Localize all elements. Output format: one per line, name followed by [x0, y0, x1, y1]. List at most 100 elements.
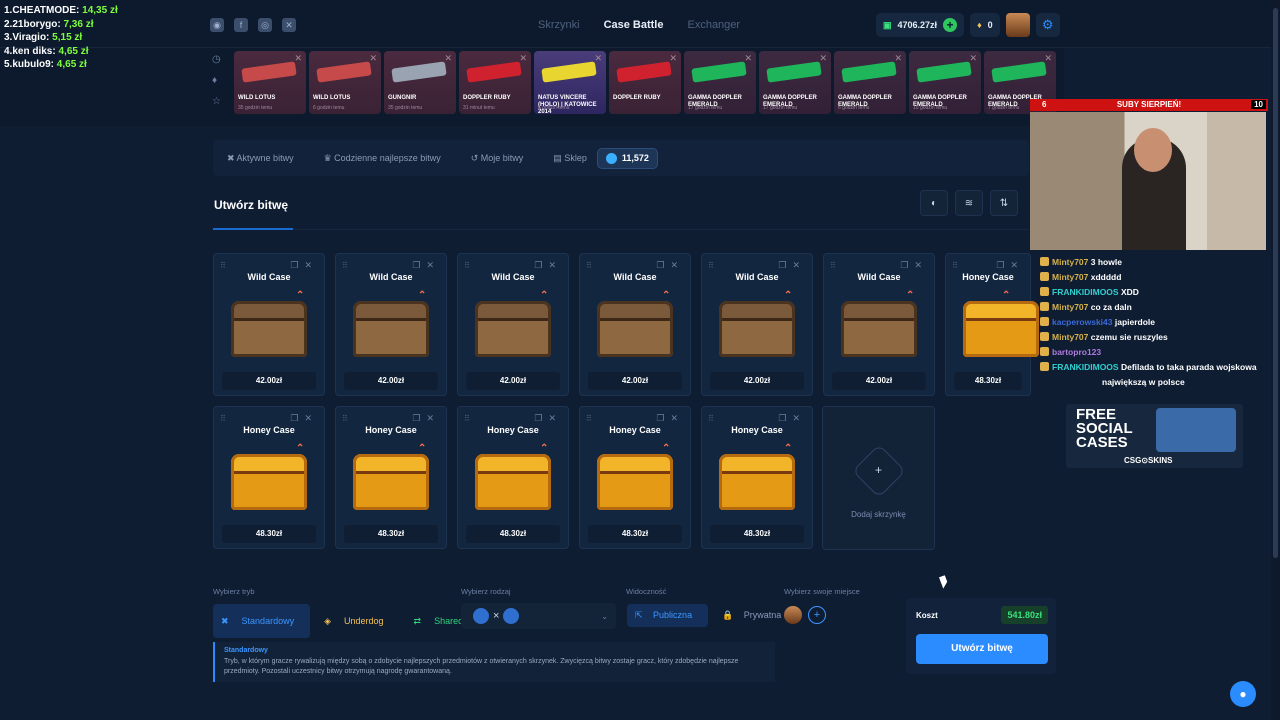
- close-icon[interactable]: ✕: [519, 53, 527, 64]
- copy-icon[interactable]: ❐: [656, 413, 670, 423]
- seat-avatar[interactable]: [784, 606, 802, 624]
- close-icon[interactable]: ✕: [444, 53, 452, 64]
- tab-shop[interactable]: ▤ Sklep: [553, 153, 587, 164]
- facebook-icon[interactable]: f: [234, 18, 248, 32]
- close-icon[interactable]: ✕: [894, 53, 902, 64]
- sort-icon[interactable]: ⇅: [990, 190, 1018, 216]
- close-icon[interactable]: ✕: [792, 260, 806, 270]
- coins-icon[interactable]: ◐: [920, 190, 948, 216]
- case-card[interactable]: ⠿ ❐✕ Wild Case ⌃ 42.00zł: [823, 253, 935, 396]
- support-chat-button[interactable]: ●: [1230, 681, 1256, 707]
- case-card[interactable]: ⠿ ❐✕ Honey Case ⌃ 48.30zł: [701, 406, 813, 549]
- close-icon[interactable]: ✕: [548, 260, 562, 270]
- drop-item[interactable]: ✕ GUNGNIR 35 godzin temu: [384, 51, 456, 114]
- copy-icon[interactable]: ❐: [656, 260, 670, 270]
- add-case-button[interactable]: + Dodaj skrzynkę: [822, 406, 935, 550]
- drag-handle-icon[interactable]: ⠿: [342, 414, 348, 423]
- drag-handle-icon[interactable]: ⠿: [464, 414, 470, 423]
- balance-pill[interactable]: ▣ 4706.27zł +: [876, 13, 965, 37]
- close-icon[interactable]: ✕: [1044, 53, 1052, 64]
- drag-handle-icon[interactable]: ⠿: [830, 261, 836, 270]
- drag-handle-icon[interactable]: ⠿: [952, 261, 958, 270]
- case-card[interactable]: ⠿ ❐✕ Wild Case ⌃ 42.00zł: [335, 253, 447, 396]
- case-card[interactable]: ⠿ ❐✕ Honey Case ⌃ 48.30zł: [945, 253, 1039, 396]
- close-icon[interactable]: ✕: [669, 53, 677, 64]
- mode-standard[interactable]: ✖ Standardowy: [213, 604, 311, 638]
- tab-my-battles[interactable]: ↺ Moje bitwy: [471, 153, 524, 164]
- drag-handle-icon[interactable]: ⠿: [708, 261, 714, 270]
- drag-handle-icon[interactable]: ⠿: [586, 261, 592, 270]
- seat-add-button[interactable]: +: [808, 606, 826, 624]
- copy-icon[interactable]: ❐: [290, 260, 304, 270]
- close-icon[interactable]: ✕: [819, 53, 827, 64]
- case-card[interactable]: ⠿ ❐✕ Wild Case ⌃ 42.00zł: [579, 253, 691, 396]
- drop-item[interactable]: ✕ GAMMA DOPPLER EMERALD 6 godzin temu: [834, 51, 906, 114]
- drag-handle-icon[interactable]: ⠿: [220, 261, 226, 270]
- deposit-button[interactable]: +: [943, 18, 958, 32]
- drop-item[interactable]: ✕ NATUS VINCERE (HOLO) | KATOWICE 2014 6 g…: [534, 51, 606, 114]
- drop-item[interactable]: ✕ GAMMA DOPPLER EMERALD 17 godzin temu: [759, 51, 831, 114]
- case-card[interactable]: ⠿ ❐✕ Honey Case ⌃ 48.30zł: [457, 406, 569, 549]
- x-icon[interactable]: ✕: [282, 18, 296, 32]
- close-icon[interactable]: ✕: [369, 53, 377, 64]
- case-card[interactable]: ⠿ ❐✕ Honey Case ⌃ 48.30zł: [213, 406, 325, 549]
- close-icon[interactable]: ✕: [304, 260, 318, 270]
- copy-icon[interactable]: ❐: [778, 413, 792, 423]
- thumb-up-icon[interactable]: ♦: [212, 75, 221, 86]
- copy-icon[interactable]: ❐: [534, 260, 548, 270]
- drop-item[interactable]: ✕ DOPPLER RUBY 31 minut temu: [459, 51, 531, 114]
- close-icon[interactable]: ✕: [670, 260, 684, 270]
- close-icon[interactable]: ✕: [594, 53, 602, 64]
- copy-icon[interactable]: ❐: [778, 260, 792, 270]
- drop-item[interactable]: ✕ WILD LOTUS 35 godzin temu: [234, 51, 306, 114]
- kind-select[interactable]: × ⌄: [461, 603, 616, 629]
- case-card[interactable]: ⠿ ❐✕ Wild Case ⌃ 42.00zł: [457, 253, 569, 396]
- nav-cases[interactable]: Skrzynki: [538, 19, 580, 31]
- scrollbar-thumb[interactable]: [1273, 8, 1278, 558]
- drag-handle-icon[interactable]: ⠿: [220, 414, 226, 423]
- drop-item[interactable]: ✕ GAMMA DOPPLER EMERALD 10 godzin temu: [909, 51, 981, 114]
- case-card[interactable]: ⠿ ❐✕ Honey Case ⌃ 48.30zł: [335, 406, 447, 549]
- visibility-public[interactable]: ⇱ Publiczna: [627, 604, 709, 627]
- copy-icon[interactable]: ❐: [996, 260, 1010, 270]
- copy-icon[interactable]: ❐: [412, 413, 426, 423]
- tab-daily-best[interactable]: ♛ Codzienne najlepsze bitwy: [324, 153, 441, 164]
- close-icon[interactable]: ✕: [294, 53, 302, 64]
- drop-item[interactable]: ✕ DOPPLER RUBY: [609, 51, 681, 114]
- close-icon[interactable]: ✕: [426, 413, 440, 423]
- layers-icon[interactable]: ≋: [955, 190, 983, 216]
- drag-handle-icon[interactable]: ⠿: [708, 414, 714, 423]
- star-icon[interactable]: ☆: [212, 96, 221, 107]
- close-icon[interactable]: ✕: [914, 260, 928, 270]
- avatar[interactable]: [1005, 13, 1030, 37]
- copy-icon[interactable]: ❐: [534, 413, 548, 423]
- copy-icon[interactable]: ❐: [900, 260, 914, 270]
- mode-underdog[interactable]: ◈ Underdog: [316, 604, 399, 638]
- instagram-icon[interactable]: ◎: [258, 18, 272, 32]
- nav-exchanger[interactable]: Exchanger: [687, 19, 740, 31]
- create-battle-button[interactable]: Utwórz bitwę: [916, 634, 1048, 664]
- copy-icon[interactable]: ❐: [412, 260, 426, 270]
- coin-balance[interactable]: 11,572: [596, 147, 658, 169]
- drag-handle-icon[interactable]: ⠿: [586, 414, 592, 423]
- case-card[interactable]: ⠿ ❐✕ Honey Case ⌃ 48.30zł: [579, 406, 691, 549]
- close-icon[interactable]: ✕: [792, 413, 806, 423]
- discord-icon[interactable]: ◉: [210, 18, 224, 32]
- case-card[interactable]: ⠿ ❐✕ Wild Case ⌃ 42.00zł: [213, 253, 325, 396]
- nav-case-battle[interactable]: Case Battle: [604, 19, 664, 31]
- close-icon[interactable]: ✕: [548, 413, 562, 423]
- gear-icon[interactable]: ⚙: [1035, 13, 1060, 37]
- close-icon[interactable]: ✕: [304, 413, 318, 423]
- scrollbar[interactable]: [1271, 0, 1280, 720]
- case-card[interactable]: ⠿ ❐✕ Wild Case ⌃ 42.00zł: [701, 253, 813, 396]
- copy-icon[interactable]: ❐: [290, 413, 304, 423]
- close-icon[interactable]: ✕: [1010, 260, 1024, 270]
- drag-handle-icon[interactable]: ⠿: [464, 261, 470, 270]
- close-icon[interactable]: ✕: [670, 413, 684, 423]
- close-icon[interactable]: ✕: [744, 53, 752, 64]
- coins-pill[interactable]: ♦ 0: [970, 13, 1000, 37]
- close-icon[interactable]: ✕: [426, 260, 440, 270]
- clock-icon[interactable]: ◷: [212, 54, 221, 65]
- tab-active-battles[interactable]: ✖ Aktywne bitwy: [227, 153, 294, 164]
- drop-item[interactable]: ✕ WILD LOTUS 6 godzin temu: [309, 51, 381, 114]
